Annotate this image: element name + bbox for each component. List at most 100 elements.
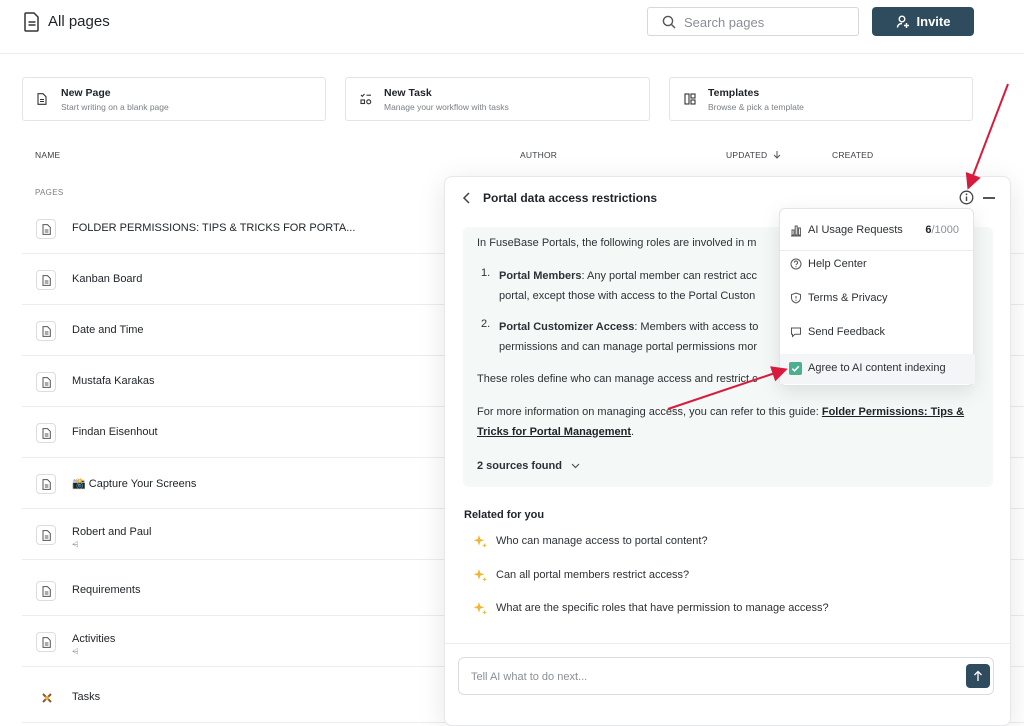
shared-icon: ⩤: [72, 540, 79, 549]
page-icon: [36, 474, 56, 494]
related-heading: Related for you: [464, 509, 545, 521]
page-title: All pages: [48, 13, 110, 30]
templates-icon: [684, 93, 696, 105]
related-question-text: Who can manage access to portal content?: [496, 535, 708, 547]
shield-icon: [791, 292, 801, 304]
indexing-checkbox[interactable]: [789, 362, 802, 375]
row-title[interactable]: Date and Time: [72, 324, 144, 336]
row-title[interactable]: Robert and Paul: [72, 526, 152, 538]
page-icon: [36, 219, 56, 239]
row-title[interactable]: Findan Eisenhout: [72, 426, 158, 438]
usage-limit: /1000: [931, 224, 959, 236]
item-line2: permissions and can manage portal permis…: [499, 340, 758, 353]
checkmark-icon: [791, 365, 800, 372]
card-title: Templates: [708, 87, 760, 99]
answer-intro: In FuseBase Portals, the following roles…: [477, 237, 757, 249]
item-bold: Portal Customizer Access: [499, 321, 635, 333]
page-icon: [24, 12, 39, 32]
menu-item-help-center[interactable]: Help Center: [780, 250, 975, 280]
top-bar: All pages Invite: [0, 0, 1024, 54]
invite-label: Invite: [916, 14, 951, 29]
card-subtitle: Browse & pick a template: [708, 102, 804, 112]
card-title: New Task: [384, 87, 432, 99]
sparkle-icon: [473, 569, 487, 582]
send-button[interactable]: [966, 664, 990, 688]
page-icon: [37, 93, 47, 105]
arrow-up-icon: [974, 670, 982, 681]
search-icon: [662, 15, 676, 29]
search-box[interactable]: [647, 7, 859, 36]
column-header-updated-label: UPDATED: [726, 150, 768, 160]
help-icon: [790, 258, 802, 270]
related-question-text: What are the specific roles that have pe…: [496, 602, 829, 614]
related-question-text: Can all portal members restrict access?: [496, 569, 690, 581]
sparkle-icon: [473, 602, 487, 615]
page-icon: [36, 632, 56, 652]
menu-item-label: Send Feedback: [808, 326, 886, 338]
bar-chart-icon: [791, 225, 801, 237]
usage-label: AI Usage Requests: [808, 224, 903, 236]
tasks-emoji-icon: [36, 688, 56, 708]
item-number: 2.: [481, 318, 491, 330]
templates-card[interactable]: Templates Browse & pick a template: [669, 77, 973, 121]
task-icon: [360, 93, 372, 105]
column-header-updated[interactable]: UPDATED: [726, 150, 781, 160]
item-line1: : Members with access to: [634, 321, 759, 333]
usage-count: 6/1000: [925, 224, 959, 236]
page-icon: [36, 321, 56, 341]
annotation-arrow: [965, 83, 1009, 190]
row-title[interactable]: Tasks: [72, 691, 100, 703]
menu-item-ai-indexing[interactable]: Agree to AI content indexing: [780, 354, 975, 384]
row-title[interactable]: Kanban Board: [72, 273, 142, 285]
feedback-icon: [791, 327, 801, 338]
card-subtitle: Manage your workflow with tasks: [384, 102, 509, 112]
item-line1: : Any portal member can restrict acc: [581, 270, 757, 282]
invite-button[interactable]: Invite: [872, 7, 974, 36]
card-title: New Page: [61, 87, 111, 99]
new-task-card[interactable]: New Task Manage your workflow with tasks: [345, 77, 650, 121]
minimize-icon[interactable]: [983, 197, 995, 199]
add-user-icon: [896, 15, 909, 28]
sources-toggle[interactable]: 2 sources found: [477, 460, 580, 472]
more-end: .: [631, 425, 635, 438]
item-line: Portal Members: Any portal member can re…: [499, 267, 757, 306]
page-icon: [36, 372, 56, 392]
sources-label: 2 sources found: [477, 460, 562, 472]
column-header-author[interactable]: AUTHOR: [520, 150, 557, 160]
back-chevron-icon[interactable]: [461, 191, 473, 205]
ai-prompt-input[interactable]: [471, 668, 951, 686]
sort-down-icon: [773, 151, 781, 159]
row-title[interactable]: Activities: [72, 633, 115, 645]
item-number: 1.: [481, 267, 491, 279]
page-icon: [36, 581, 56, 601]
page-icon: [36, 525, 56, 545]
info-dropdown-menu: AI Usage Requests 6/1000 Help Center Ter…: [779, 208, 975, 386]
menu-item-usage: AI Usage Requests 6/1000: [780, 216, 975, 246]
row-title[interactable]: 📸 Capture Your Screens: [72, 477, 196, 490]
row-title[interactable]: FOLDER PERMISSIONS: TIPS & TRICKS FOR PO…: [72, 222, 355, 234]
info-icon[interactable]: [959, 190, 974, 205]
ai-prompt-box[interactable]: [458, 657, 994, 695]
panel-title: Portal data access restrictions: [483, 191, 658, 205]
section-label-pages: PAGES: [35, 188, 64, 197]
item-bold: Portal Members: [499, 270, 582, 282]
row-title[interactable]: Requirements: [72, 584, 140, 596]
row-title[interactable]: Mustafa Karakas: [72, 375, 155, 387]
indexing-label: Agree to AI content indexing: [808, 362, 946, 374]
menu-item-send-feedback[interactable]: Send Feedback: [780, 318, 975, 348]
answer-roles-text: These roles define who can manage access…: [477, 373, 758, 385]
item-line: Portal Customizer Access: Members with a…: [499, 318, 758, 357]
new-page-card[interactable]: New Page Start writing on a blank page: [22, 77, 326, 121]
answer-more-text: For more information on managing access,…: [477, 403, 977, 442]
column-header-created[interactable]: CREATED: [832, 150, 873, 160]
divider: [445, 643, 1012, 644]
column-header-name[interactable]: NAME: [35, 150, 60, 160]
menu-item-label: Help Center: [808, 258, 867, 270]
search-input[interactable]: [684, 13, 854, 31]
item-line2: portal, except those with access to the …: [499, 289, 756, 302]
shared-icon: ⩤: [72, 647, 79, 656]
menu-item-label: Terms & Privacy: [808, 292, 888, 304]
page-icon: [36, 423, 56, 443]
menu-item-terms-privacy[interactable]: Terms & Privacy: [780, 284, 975, 314]
card-subtitle: Start writing on a blank page: [61, 102, 169, 112]
